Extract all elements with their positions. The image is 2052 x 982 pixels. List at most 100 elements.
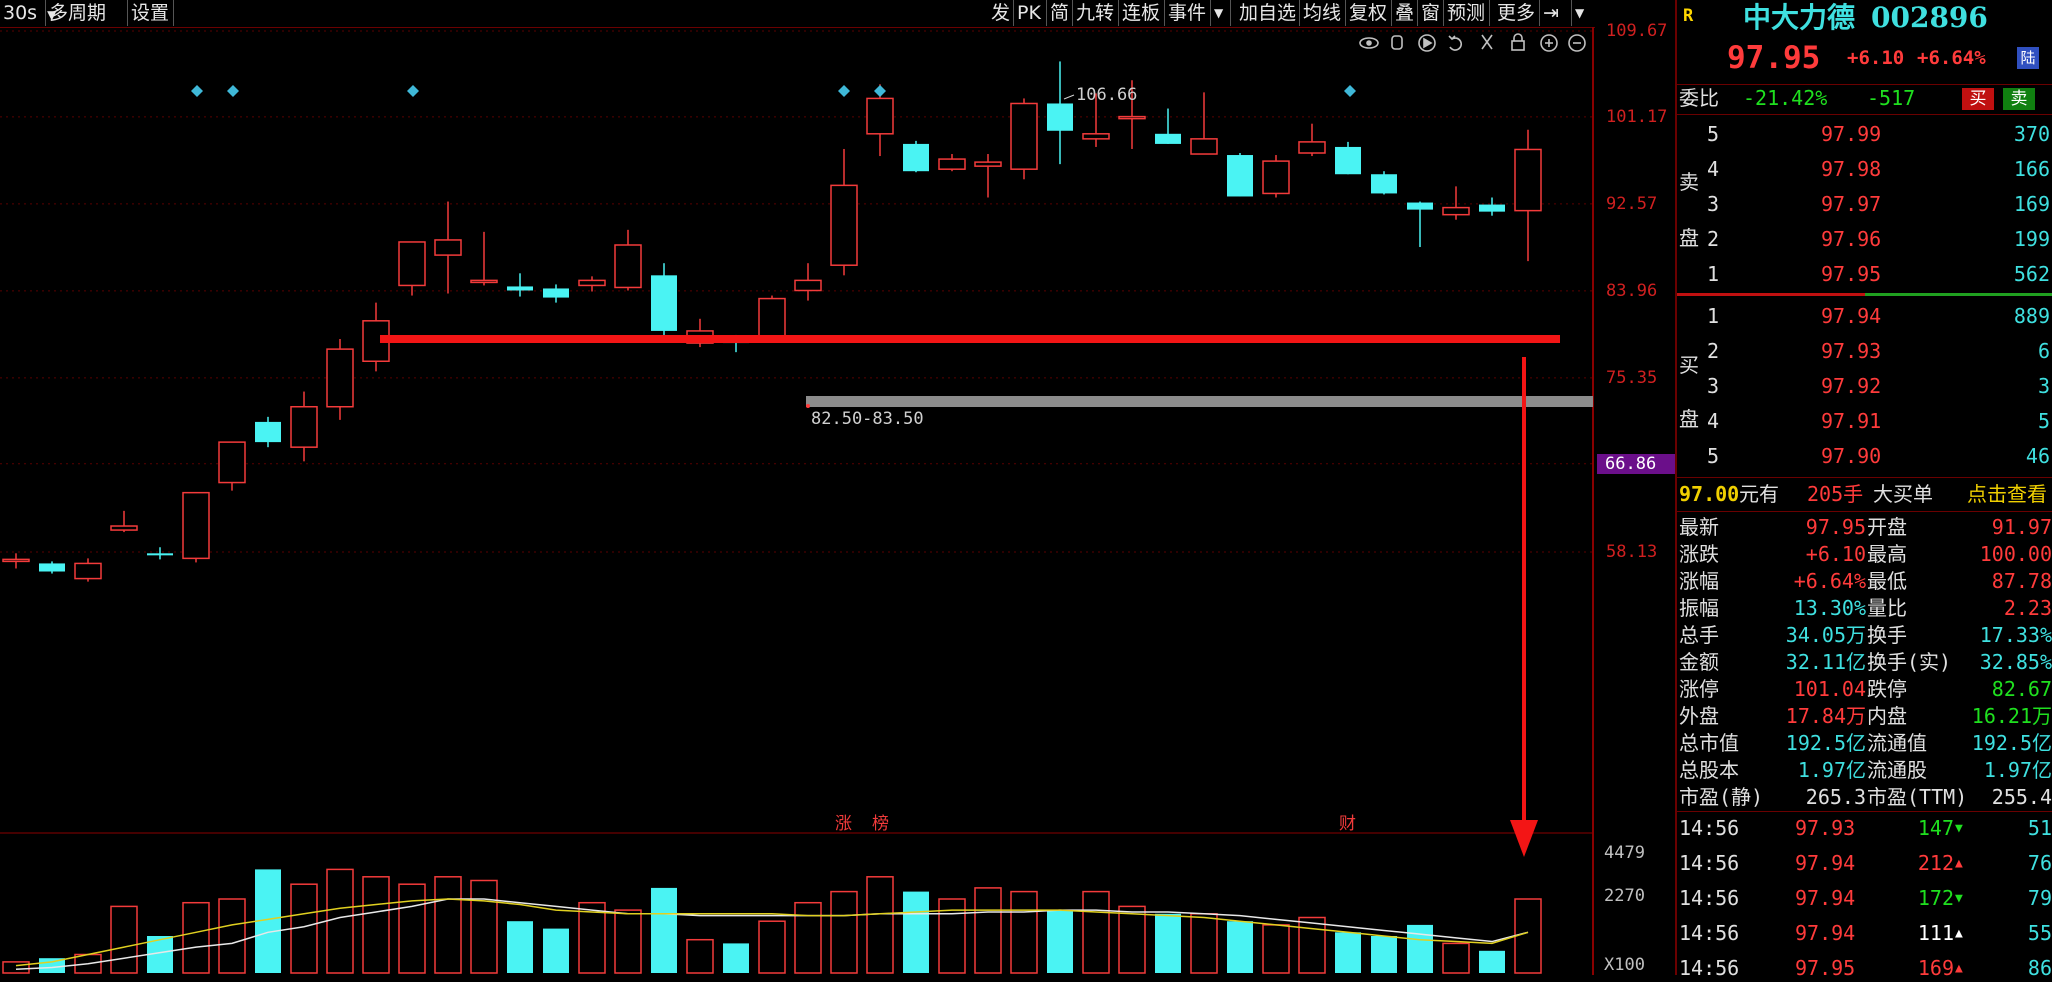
candle-body[interactable] [903,143,929,172]
candle-body[interactable] [758,297,786,337]
candle-body[interactable] [255,421,281,443]
event-mark-cai[interactable]: 财 [1339,814,1356,834]
toolbar-item-fa[interactable]: 发 [988,0,1014,26]
zoom-in-icon[interactable] [1540,34,1558,52]
stat-row: 总股本 1.97亿 流通股 1.97亿 [1677,757,2052,784]
candle-body[interactable] [398,241,426,287]
candle-body[interactable] [110,525,138,531]
ask-row[interactable]: 2 97.96 199 [1677,226,2052,253]
bid-row[interactable]: 4 97.91 5 [1677,408,2052,435]
chart-canvas[interactable]: 82.50-83.50 106.66 涨 榜 财 [0,27,1595,975]
candle-body[interactable] [1155,133,1181,144]
candle-body[interactable] [434,239,462,256]
toolbar-item-shijian[interactable]: 事件 [1165,0,1211,26]
candle-body[interactable] [1407,202,1433,210]
candle-body[interactable] [1514,148,1542,212]
candle-body[interactable] [1262,160,1290,195]
bid-row[interactable]: 1 97.94 889 [1677,303,2052,330]
caret-down-icon[interactable]: ▼ [1572,0,1594,26]
ask-row[interactable]: 3 97.97 169 [1677,191,2052,218]
settings-button[interactable]: 设置 [128,0,174,26]
toolbar-item-window[interactable]: 窗 [1418,0,1444,26]
expand-panel-icon[interactable]: ⇥ [1540,0,1572,26]
zoom-out-icon[interactable] [1568,34,1586,52]
price-zone-band [806,396,1593,407]
ask-row[interactable]: 4 97.98 166 [1677,156,2052,183]
bid-row[interactable]: 3 97.92 3 [1677,373,2052,400]
tick-count: 86 [2027,956,2052,980]
ask-row[interactable]: 1 97.95 562 [1677,261,2052,288]
undo-icon[interactable] [1448,35,1463,51]
candle-body[interactable] [74,562,102,580]
candle-body[interactable] [470,279,498,284]
candle-body[interactable] [866,97,894,135]
bid-row[interactable]: 5 97.90 46 [1677,443,2052,470]
big-order-link[interactable]: 点击查看 [1967,481,2047,508]
ask-row[interactable]: 5 97.99 370 [1677,121,2052,148]
candle-body[interactable] [147,553,173,556]
candle-body[interactable] [614,244,642,289]
bid-row[interactable]: 2 97.93 6 [1677,338,2052,365]
lock-icon[interactable] [1511,33,1525,51]
candlestick-chart[interactable]: 82.50-83.50 106.66 涨 榜 财 [0,27,1595,975]
toolbar-item-jian[interactable]: 简 [1047,0,1073,26]
toolbar-item-jiuzhuan[interactable]: 九转 [1073,0,1119,26]
candle-body[interactable] [830,184,858,266]
toolbar-item-forecast[interactable]: 预测 [1444,0,1490,26]
candle-body[interactable] [326,348,354,408]
candle-body[interactable] [1118,115,1146,120]
tick-row: 14:56 97.93 147 ▼ 51 [1677,815,2052,842]
level-number: 1 [1707,262,1720,286]
toolbar-item-add-watchlist[interactable]: 加自选 [1236,0,1300,26]
candle-body[interactable] [1190,138,1218,155]
eye-icon[interactable] [1359,37,1379,49]
hand-icon[interactable] [1391,35,1403,50]
buy-button[interactable]: 买 [1962,88,1994,110]
toolbar-item-more[interactable]: 更多 [1494,0,1540,26]
toolbar-item-ma[interactable]: 均线 [1300,0,1346,26]
big-order-row[interactable]: 97.00 元有 205手 大买单 点击查看 [1677,481,2052,508]
candle-body[interactable] [1479,204,1505,212]
candle-body[interactable] [651,275,677,331]
candle-body[interactable] [290,405,318,448]
candle-body[interactable] [543,288,569,298]
play-icon[interactable] [1418,34,1436,52]
candle-body[interactable] [218,441,246,484]
candle-body[interactable] [1010,102,1038,170]
price-tick-label: 75.35 [1606,367,1658,388]
candle-body[interactable] [182,491,210,560]
period-selector[interactable]: 30s ▼ [0,0,56,26]
candle-body[interactable] [578,279,606,287]
toolbar-item-lianban[interactable]: 连板 [1119,0,1165,26]
multi-period-button[interactable]: 多周期 [46,0,128,26]
volume-bar [182,901,210,974]
candle-body[interactable] [1047,103,1073,131]
candle-body[interactable] [1335,146,1361,175]
stock-name[interactable]: 中大力德 [1743,0,1855,36]
candle-body[interactable] [794,279,822,292]
candle-body[interactable] [938,158,966,170]
event-mark-zhang[interactable]: 涨 [835,814,852,834]
candle-body[interactable] [1082,133,1110,140]
caret-down-icon[interactable]: ▼ [1211,0,1231,26]
scissors-icon[interactable] [1481,34,1493,50]
stock-badge: R [1683,6,1694,26]
candle-body[interactable] [1227,155,1253,197]
level-number: 2 [1707,227,1720,251]
toolbar-item-overlay[interactable]: 叠 [1392,0,1418,26]
stock-header: R 中大力德 002896 [1677,0,2052,36]
candle-body[interactable] [39,563,65,572]
candle-body[interactable] [974,161,1002,167]
candle-body[interactable] [2,558,30,563]
event-mark-bang[interactable]: 榜 [872,814,889,834]
candle-body[interactable] [1298,141,1326,154]
toolbar-item-fuquan[interactable]: 复权 [1346,0,1392,26]
volume-bar [326,868,354,974]
candle-body[interactable] [1442,206,1470,216]
candle-body[interactable] [1371,174,1397,194]
candle-body[interactable] [507,286,533,291]
toolbar-item-pk[interactable]: PK [1014,0,1047,26]
volume-bar [1262,924,1290,974]
stock-code: 002896 [1871,1,1988,34]
sell-button[interactable]: 卖 [2003,88,2035,110]
